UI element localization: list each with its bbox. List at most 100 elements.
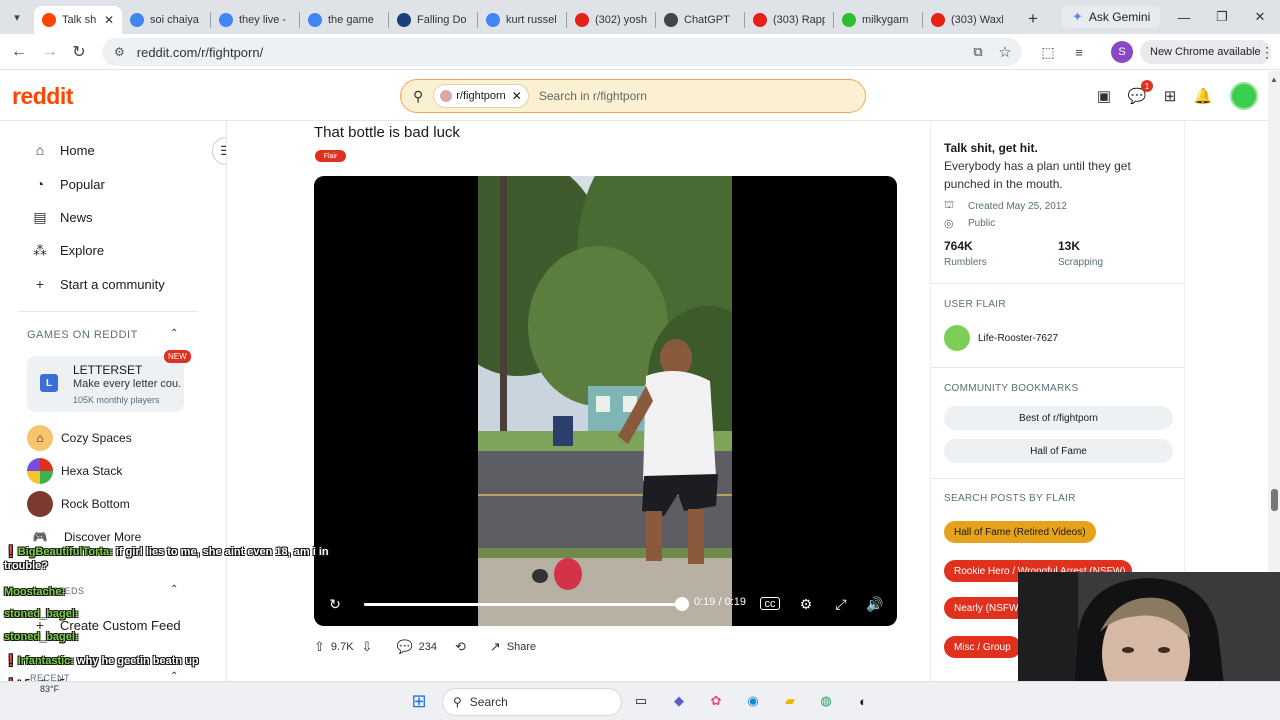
address-bar[interactable]: ⚙ reddit.com/r/fightporn/ bbox=[102, 38, 1022, 66]
copilot-icon[interactable]: ✿ bbox=[705, 690, 727, 712]
rock-bottom-icon bbox=[27, 491, 53, 517]
browser-tab[interactable]: soi chaiya bbox=[122, 6, 210, 34]
comments-button[interactable]: 💬 234 bbox=[396, 639, 437, 655]
new-tab-button[interactable]: + bbox=[1019, 5, 1047, 33]
game-cozy-spaces[interactable]: ⌂ Cozy Spaces bbox=[27, 423, 132, 453]
bookmark-hall-of-fame[interactable]: Hall of Fame bbox=[944, 439, 1173, 463]
captions-icon[interactable]: cc bbox=[760, 597, 780, 610]
recent-section-header[interactable]: RECENT bbox=[30, 673, 70, 681]
browser-tab[interactable]: ChatGPT bbox=[656, 6, 744, 34]
task-view-icon[interactable]: ▭ bbox=[630, 690, 652, 712]
game-label: Rock Bottom bbox=[61, 497, 130, 511]
browser-tab[interactable]: milkygam bbox=[834, 6, 922, 34]
minimize-window-icon[interactable]: — bbox=[1165, 0, 1203, 34]
file-explorer-icon[interactable]: ▰ bbox=[779, 690, 801, 712]
forward-icon[interactable]: → bbox=[35, 37, 65, 67]
chrome-icon[interactable]: ◍ bbox=[815, 690, 837, 712]
reload-icon[interactable]: ↻ bbox=[64, 37, 94, 67]
tab-favicon-icon bbox=[575, 13, 589, 27]
nav-label: Create Custom Feed bbox=[60, 617, 181, 633]
browser-tab[interactable]: (303) Rapp bbox=[745, 6, 833, 34]
subreddit-search-chip[interactable]: r/fightporn ✕ bbox=[433, 84, 529, 108]
close-tab-icon[interactable]: ✕ bbox=[104, 13, 114, 27]
bookmark-star-icon[interactable]: ☆ bbox=[990, 37, 1020, 67]
nav-item-news[interactable]: ▤ News bbox=[30, 202, 92, 232]
browser-menu-icon[interactable]: ⋮ bbox=[1252, 37, 1280, 67]
nav-item-explore[interactable]: ⁂ Explore bbox=[30, 235, 104, 265]
taskbar-search[interactable]: ⚲ Search bbox=[442, 688, 622, 716]
site-info-icon[interactable]: ⚙ bbox=[114, 45, 125, 59]
remove-chip-icon[interactable]: ✕ bbox=[512, 89, 522, 103]
create-post-icon[interactable]: ⊞ bbox=[1159, 85, 1181, 107]
fullscreen-icon[interactable]: ⤢ bbox=[831, 594, 851, 614]
post-flair[interactable]: Flair bbox=[315, 150, 346, 162]
extensions-icon[interactable]: ⬚ bbox=[1033, 37, 1063, 67]
create-custom-feed[interactable]: + Create Custom Feed bbox=[30, 610, 181, 640]
feeds-section-header[interactable]: FEEDS bbox=[52, 586, 85, 596]
video-timecode: 0:19 / 0:19 bbox=[694, 596, 746, 608]
browser-tab[interactable]: Falling Do bbox=[389, 6, 477, 34]
game-hexa-stack[interactable]: Hexa Stack bbox=[27, 456, 122, 486]
scroll-up-icon[interactable]: ▲ bbox=[1270, 75, 1278, 84]
install-app-icon[interactable]: ⧉ bbox=[963, 37, 993, 67]
browser-tab[interactable]: Talk sh ✕ bbox=[34, 6, 122, 34]
teams-icon[interactable]: ◆ bbox=[668, 690, 690, 712]
user-avatar[interactable] bbox=[1230, 82, 1258, 110]
user-flair[interactable]: Life-Rooster-7627 bbox=[944, 325, 1058, 351]
game-discover-more[interactable]: 🎮 Discover More bbox=[27, 522, 142, 552]
close-window-icon[interactable]: ✕ bbox=[1241, 0, 1279, 34]
cake-icon: ⛫ bbox=[944, 199, 955, 211]
reddit-search-bar[interactable]: ⚲ r/fightporn ✕ Search in r/fightporn bbox=[400, 79, 866, 113]
gemini-label: Ask Gemini bbox=[1088, 10, 1151, 24]
browser-tab[interactable]: (302) yosh bbox=[567, 6, 655, 34]
left-navigation: ⌂ Home ◔ Popular ▤ News ⁂ Explore + Start a c… bbox=[0, 121, 227, 681]
progress-knob[interactable] bbox=[675, 597, 689, 611]
share-button[interactable]: ↗ Share bbox=[490, 639, 536, 655]
flair-filter-pill[interactable]: Hall of Fame (Retired Videos) bbox=[944, 521, 1096, 543]
nav-item-home[interactable]: ⌂ Home bbox=[30, 135, 95, 165]
back-icon[interactable]: ← bbox=[4, 37, 34, 67]
games-section-header[interactable]: GAMES ON REDDIT bbox=[27, 329, 138, 341]
featured-game-card[interactable]: L LETTERSET Make every letter cou... 105… bbox=[27, 350, 191, 412]
volume-icon[interactable]: 🔊 bbox=[865, 594, 885, 614]
media-controls-icon[interactable]: ≡ bbox=[1064, 37, 1094, 67]
browser-tab[interactable]: kurt russel bbox=[478, 6, 566, 34]
upvote-icon[interactable]: ⇧ bbox=[314, 639, 325, 655]
downvote-icon[interactable]: ⇩ bbox=[362, 639, 373, 655]
flair-filter-pill[interactable]: Misc / Group bbox=[944, 636, 1021, 658]
game-players: 105K monthly players bbox=[73, 395, 160, 405]
scrollbar-thumb[interactable] bbox=[1271, 489, 1278, 511]
browser-tab[interactable]: (303) Waxl bbox=[923, 6, 1011, 34]
bookmark-best-of[interactable]: Best of r/fightporn bbox=[944, 406, 1173, 430]
ask-gemini-button[interactable]: ✦ Ask Gemini bbox=[1062, 6, 1161, 28]
notifications-bell-icon[interactable]: 🔔 bbox=[1192, 85, 1214, 107]
windows-start-icon[interactable]: ⊞ bbox=[408, 690, 430, 712]
url-text: reddit.com/r/fightporn/ bbox=[136, 44, 264, 60]
crosspost-button[interactable]: ⟲ bbox=[455, 639, 472, 655]
advertise-icon[interactable]: ▣ bbox=[1093, 85, 1115, 107]
chevron-up-icon[interactable]: ⌃ bbox=[170, 328, 178, 339]
reddit-logo[interactable]: reddit bbox=[12, 83, 73, 110]
collapse-nav-icon[interactable]: ☰ bbox=[212, 137, 226, 165]
nav-item-start-community[interactable]: + Start a community bbox=[30, 269, 165, 299]
obs-icon[interactable]: ◐ bbox=[852, 690, 874, 712]
chat-icon[interactable]: 💬 1 bbox=[1126, 80, 1153, 107]
replay-icon[interactable]: ↻ bbox=[324, 594, 346, 614]
restore-window-icon[interactable]: ❐ bbox=[1203, 0, 1241, 34]
tab-title: soi chaiya bbox=[150, 14, 199, 26]
profile-avatar[interactable]: S bbox=[1111, 41, 1133, 63]
video-progress-bar[interactable] bbox=[364, 597, 689, 611]
tab-search-dropdown-icon[interactable]: ▾ bbox=[0, 0, 34, 34]
nav-item-popular[interactable]: ◔ Popular bbox=[30, 169, 105, 199]
edge-icon[interactable]: ◉ bbox=[742, 690, 764, 712]
progress-fill bbox=[364, 603, 682, 606]
video-player[interactable]: ↻ 0:19 / 0:19 cc ⚙ ⤢ 🔊 bbox=[314, 176, 897, 626]
settings-gear-icon[interactable]: ⚙ bbox=[796, 594, 816, 614]
chevron-up-icon[interactable]: ⌃ bbox=[170, 584, 178, 595]
browser-tab[interactable]: the game bbox=[300, 6, 388, 34]
comment-count: 234 bbox=[418, 641, 437, 653]
post-title[interactable]: That bottle is bad luck bbox=[314, 124, 460, 141]
chevron-up-icon[interactable]: ⌃ bbox=[170, 671, 178, 681]
game-rock-bottom[interactable]: Rock Bottom bbox=[27, 489, 130, 519]
browser-tab[interactable]: they live - bbox=[211, 6, 299, 34]
